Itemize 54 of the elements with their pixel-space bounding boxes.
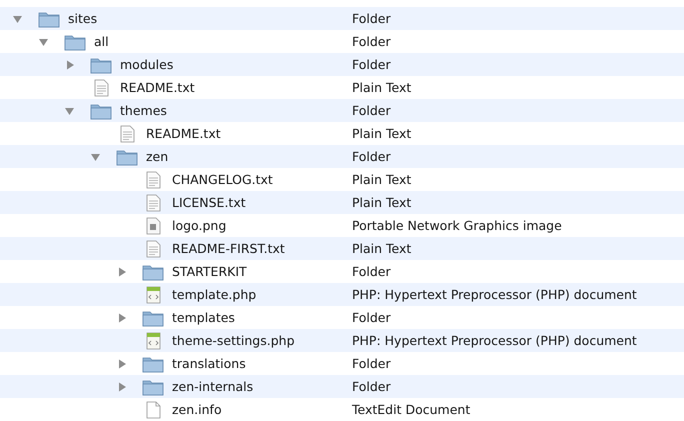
- file-kind: Folder: [352, 310, 391, 325]
- file-kind: Plain Text: [352, 172, 412, 187]
- file-name[interactable]: templates: [172, 310, 235, 325]
- file-name[interactable]: README.txt: [120, 80, 195, 95]
- disclosure-triangle-icon[interactable]: [116, 358, 128, 368]
- file-kind: Plain Text: [352, 195, 412, 210]
- file-kind: Folder: [352, 356, 391, 371]
- disclosure-triangle-icon[interactable]: [116, 382, 128, 392]
- file-name[interactable]: logo.png: [172, 218, 226, 233]
- file-name[interactable]: CHANGELOG.txt: [172, 172, 273, 187]
- folder-icon: [38, 10, 60, 28]
- disclosure-triangle-icon[interactable]: [64, 106, 76, 116]
- folder-icon: [142, 354, 164, 372]
- file-kind: Folder: [352, 379, 391, 394]
- file-kind: Folder: [352, 264, 391, 279]
- file-name[interactable]: LICENSE.txt: [172, 195, 246, 210]
- file-name[interactable]: translations: [172, 356, 246, 371]
- file-kind: Plain Text: [352, 241, 412, 256]
- disclosure-triangle-icon[interactable]: [38, 36, 50, 46]
- file-name[interactable]: zen-internals: [172, 379, 254, 394]
- file-name[interactable]: README.txt: [146, 126, 221, 141]
- file-name[interactable]: zen.info: [172, 402, 222, 417]
- file-kind: PHP: Hypertext Preprocessor (PHP) document: [352, 287, 637, 302]
- folder-icon: [116, 148, 138, 166]
- disclosure-triangle-icon[interactable]: [116, 312, 128, 322]
- file-kind: Folder: [352, 149, 391, 164]
- folder-icon: [142, 308, 164, 326]
- file-kind: Portable Network Graphics image: [352, 218, 562, 233]
- disclosure-triangle-icon[interactable]: [64, 60, 76, 70]
- file-kind: Folder: [352, 11, 391, 26]
- disclosure-triangle-icon[interactable]: [12, 14, 24, 24]
- file-kind: Folder: [352, 34, 391, 49]
- folder-icon: [90, 102, 112, 120]
- file-kind: Plain Text: [352, 126, 412, 141]
- file-kind: TextEdit Document: [352, 402, 470, 417]
- file-name[interactable]: STARTERKIT: [172, 264, 247, 279]
- folder-icon: [142, 262, 164, 280]
- disclosure-triangle-icon[interactable]: [90, 152, 102, 162]
- file-kind: Folder: [352, 103, 391, 118]
- file-name[interactable]: all: [94, 34, 109, 49]
- file-name[interactable]: themes: [120, 103, 167, 118]
- file-name[interactable]: theme-settings.php: [172, 333, 295, 348]
- file-name[interactable]: sites: [68, 11, 98, 26]
- file-kind: Plain Text: [352, 80, 412, 95]
- folder-icon: [142, 378, 164, 396]
- file-name[interactable]: README-FIRST.txt: [172, 241, 285, 256]
- file-name[interactable]: template.php: [172, 287, 256, 302]
- file-name[interactable]: modules: [120, 57, 174, 72]
- file-kind: PHP: Hypertext Preprocessor (PHP) document: [352, 333, 637, 348]
- folder-icon: [90, 56, 112, 74]
- file-kind: Folder: [352, 57, 391, 72]
- disclosure-triangle-icon[interactable]: [116, 266, 128, 276]
- folder-icon: [64, 32, 86, 50]
- file-name[interactable]: zen: [146, 149, 168, 164]
